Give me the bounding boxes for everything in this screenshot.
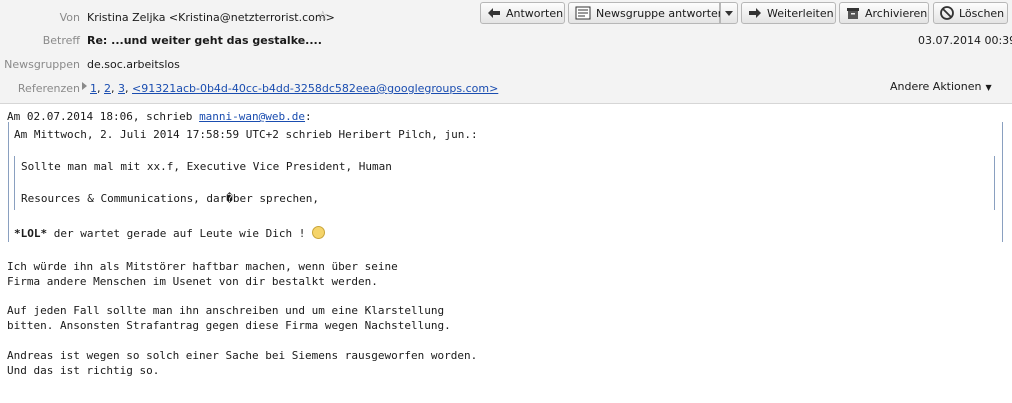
delete-button[interactable]: Löschen	[933, 2, 1008, 24]
archive-label: Archivieren	[865, 6, 928, 20]
more-actions-menu[interactable]: Andere Aktionen ▼	[890, 80, 992, 93]
reference-link-1[interactable]: 1	[90, 82, 97, 95]
message-date: 03.07.2014 00:39	[918, 34, 1012, 47]
reply-button[interactable]: Antworten	[480, 2, 565, 24]
reply-label: Antworten	[506, 6, 564, 20]
newsgroup-icon	[575, 6, 591, 20]
delete-label: Löschen	[959, 6, 1005, 20]
reply-newsgroup-label: Newsgruppe antworten	[596, 6, 725, 20]
body-line: Auf jeden Fall sollte man ihn anschreibe…	[7, 304, 445, 317]
from-label: Von	[59, 11, 80, 24]
quote2-line-1: Sollte man mal mit xx.f, Executive Vice …	[21, 160, 392, 173]
smiley-icon	[312, 226, 326, 239]
chevron-down-icon	[725, 10, 733, 16]
reference-link-3[interactable]: 3	[118, 82, 125, 95]
body-line: Ich würde ihn als Mitstörer haftbar mach…	[7, 260, 398, 273]
star-icon[interactable]: ☆	[317, 9, 329, 24]
reference-id-link[interactable]: <91321acb-0b4d-40cc-b4dd-3258dc582eea@go…	[132, 82, 498, 95]
forward-button[interactable]: Weiterleiten	[741, 2, 836, 24]
message-header: Von Kristina Zeljka <Kristina@netzterror…	[0, 0, 1012, 104]
subject-value: Re: ...und weiter geht das gestalke....	[87, 34, 322, 47]
subject-label: Betreff	[42, 34, 80, 47]
lol-rest: der wartet gerade auf Leute wie Dich !	[47, 227, 313, 240]
reference-link-2[interactable]: 2	[104, 82, 111, 95]
archive-button[interactable]: Archivieren	[839, 2, 929, 24]
body-line: Firma andere Menschen im Usenet von dir …	[7, 275, 378, 288]
from-value[interactable]: Kristina Zeljka <Kristina@netzterrorist.…	[87, 11, 335, 24]
forward-label: Weiterleiten	[767, 6, 834, 20]
body-line: bitten. Ansonsten Strafantrag gegen dies…	[7, 319, 451, 332]
reply-arrow-icon	[488, 8, 500, 18]
forward-arrow-icon	[749, 8, 761, 18]
body-line: Und das ist richtig so.	[7, 364, 160, 377]
chevron-down-icon: ▼	[985, 83, 992, 92]
quote1-lol-line: *LOL* der wartet gerade auf Leute wie Di…	[14, 226, 326, 240]
reply-newsgroup-dropdown[interactable]	[720, 2, 738, 24]
lol-text: *LOL*	[14, 227, 48, 240]
delete-icon	[940, 6, 954, 20]
quote1-header: Am Mittwoch, 2. Juli 2014 17:58:59 UTC+2…	[14, 128, 478, 141]
archive-box-icon	[847, 7, 859, 19]
more-actions-label: Andere Aktionen	[890, 80, 982, 93]
reply-newsgroup-button[interactable]: Newsgruppe antworten	[568, 2, 725, 24]
references-label: Referenzen	[17, 82, 80, 95]
newsgroups-value[interactable]: de.soc.arbeitslos	[87, 58, 180, 71]
body-line: Andreas ist wegen so solch einer Sache b…	[7, 349, 478, 362]
references-list: 1, 2, 3, <91321acb-0b4d-40cc-b4dd-3258dc…	[90, 82, 499, 95]
expand-references-icon[interactable]	[82, 82, 87, 90]
quote2-line-2: Resources & Communications, dar�ber spre…	[21, 192, 320, 205]
newsgroups-label: Newsgruppen	[4, 58, 80, 71]
message-body: Am 02.07.2014 18:06, schrieb manni-wan@w…	[0, 104, 1012, 403]
